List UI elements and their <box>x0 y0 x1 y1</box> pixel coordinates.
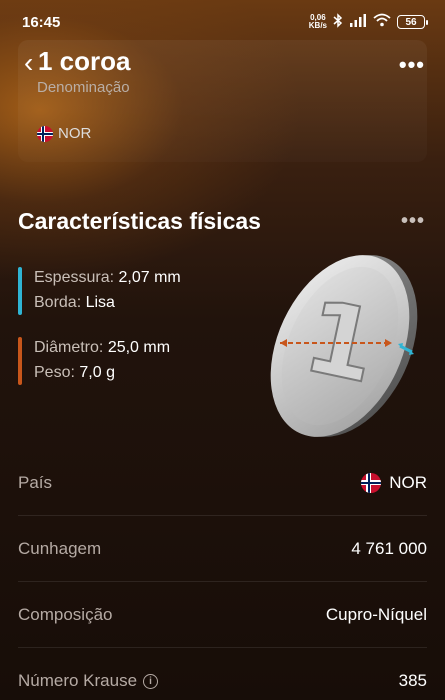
norway-flag-icon <box>37 125 53 142</box>
detail-label: Cunhagem <box>18 538 102 558</box>
status-icons: 0,06 KB/s 56 <box>309 12 428 32</box>
country-chip[interactable]: NOR <box>37 125 91 142</box>
detail-value: 4 761 000 <box>351 538 427 558</box>
more-horizontal-icon[interactable]: ••• <box>399 52 425 78</box>
coin-illustration: 1 <box>270 255 418 437</box>
info-icon[interactable]: i <box>143 673 159 689</box>
detail-row-mintage: Cunhagem 4 761 000 <box>18 516 427 582</box>
page-subtitle: Denominação <box>37 79 130 96</box>
spec-edge: Borda: Lisa <box>34 294 115 311</box>
detail-value: 385 <box>398 671 427 690</box>
spec-thickness: Espessura: 2,07 mm <box>34 269 181 286</box>
page-title: 1 coroa <box>38 46 131 76</box>
detail-label: Composição <box>18 604 113 624</box>
detail-row-country: País NOR <box>18 450 427 516</box>
section-more-icon[interactable]: ••• <box>401 210 425 233</box>
detail-value: Cupro-Níquel <box>325 604 427 624</box>
spec-group-thickness: Espessura: 2,07 mm Borda: Lisa <box>18 265 181 315</box>
detail-value-text: NOR <box>389 472 427 492</box>
spec-weight: Peso: 7,0 g <box>34 364 115 381</box>
detail-row-krause: Número Krause i 385 <box>18 648 427 700</box>
status-bar: 16:45 0,06 KB/s 56 <box>0 0 445 44</box>
chevron-left-icon[interactable]: ‹ <box>24 48 33 78</box>
spec-lines: Espessura: 2,07 mm Borda: Lisa <box>34 265 181 315</box>
net-speed: 0,06 KB/s <box>309 14 327 30</box>
detail-label: País <box>18 472 53 492</box>
detail-value: NOR <box>361 472 427 493</box>
wifi-icon <box>373 13 391 31</box>
country-chip-label: NOR <box>58 125 92 142</box>
spec-bar-orange <box>18 337 22 385</box>
net-speed-unit: KB/s <box>308 21 327 30</box>
bluetooth-icon <box>333 12 343 32</box>
details-list: País NOR Cunhagem 4 761 000 Composição C… <box>18 450 427 700</box>
detail-row-composition: Composição Cupro-Níquel <box>18 582 427 648</box>
spec-group-diameter: Diâmetro: 25,0 mm Peso: 7,0 g <box>18 335 170 385</box>
norway-flag-icon <box>361 472 382 493</box>
spec-diameter: Diâmetro: 25,0 mm <box>34 339 171 356</box>
signal-icon <box>349 13 367 31</box>
section-title: Características físicas <box>18 208 261 234</box>
detail-label: Número Krause i <box>18 671 159 691</box>
spec-lines: Diâmetro: 25,0 mm Peso: 7,0 g <box>34 335 170 385</box>
detail-label-text: Número Krause <box>18 671 138 690</box>
spec-bar-cyan <box>18 267 22 315</box>
battery-icon: 56 <box>397 15 428 29</box>
status-time: 16:45 <box>22 13 61 31</box>
